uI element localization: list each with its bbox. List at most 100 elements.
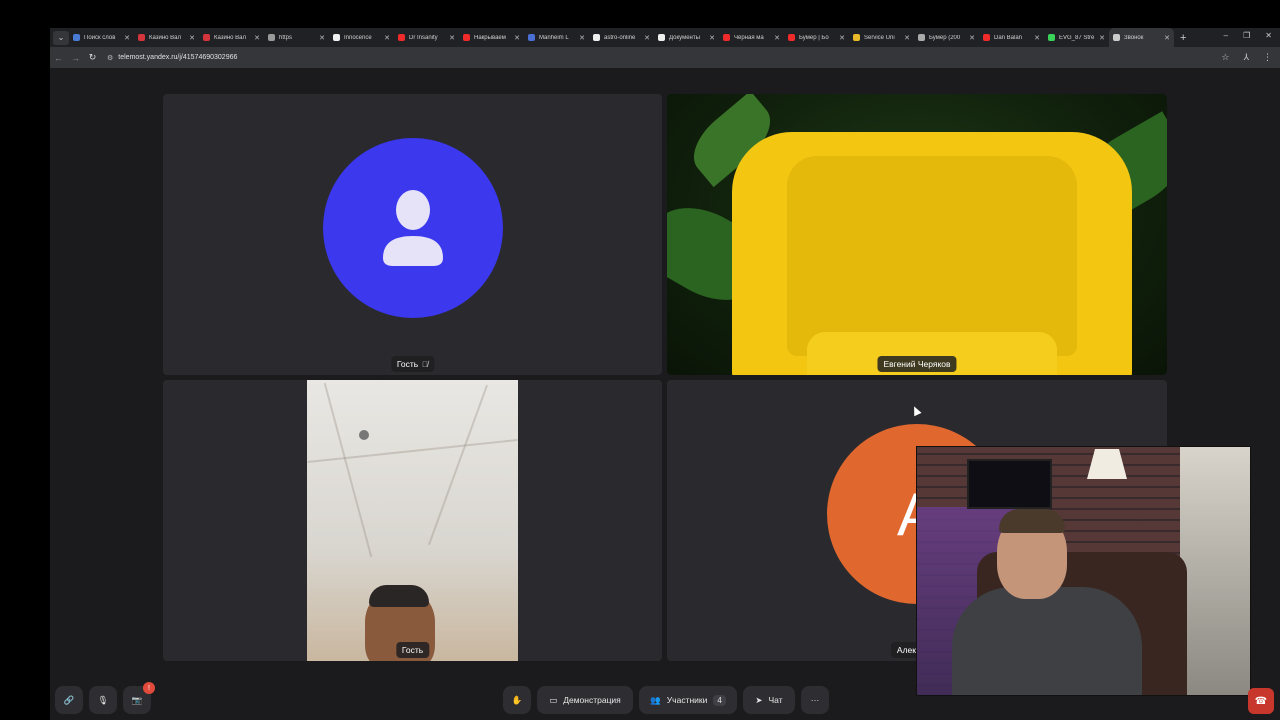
tab-close-icon[interactable]: ✕ xyxy=(124,34,130,42)
bookmark-star-icon[interactable]: ☆ xyxy=(1221,52,1229,63)
tab-bar: ⌄ Поиск слов ✕ Казино Вал ✕ Казино Вал ✕ https… xyxy=(50,28,1280,47)
site-info-icon[interactable]: ⚙ xyxy=(107,54,113,62)
url-text: telemost.yandex.ru/j/41574690302966 xyxy=(118,54,238,61)
favicon-icon xyxy=(853,34,860,41)
tab-label: Manheim L xyxy=(539,34,569,41)
browser-tab[interactable]: astro-online ✕ xyxy=(589,28,654,47)
tab-close-icon[interactable]: ✕ xyxy=(449,34,455,42)
tab-close-icon[interactable]: ✕ xyxy=(1034,34,1040,42)
participant-tile-guest[interactable]: Гость 🎙̸ xyxy=(163,94,662,375)
end-call-button[interactable]: ☎ xyxy=(1248,688,1274,714)
tab-label: Документы xyxy=(669,34,700,41)
new-tab-button[interactable]: + xyxy=(1180,32,1186,44)
menu-kebab-icon[interactable]: ⋮ xyxy=(1263,52,1272,63)
raise-hand-button[interactable]: ✋ xyxy=(503,686,531,714)
browser-tab[interactable]: Документы ✕ xyxy=(654,28,719,47)
mic-off-icon: 🎙 xyxy=(97,694,109,705)
tab-close-icon[interactable]: ✕ xyxy=(969,34,975,42)
minimize-icon[interactable]: – xyxy=(1224,31,1228,40)
tab-close-icon[interactable]: ✕ xyxy=(709,34,715,42)
participant-tile-speaker[interactable]: Евгений Черяков xyxy=(667,94,1167,375)
back-icon[interactable]: ← xyxy=(50,53,67,63)
guest-avatar xyxy=(323,138,503,318)
window-controls: – ❐ ✕ xyxy=(1224,31,1272,40)
tab-close-icon[interactable]: ✕ xyxy=(774,34,780,42)
name-tag: Гость 🎙̸ xyxy=(390,356,435,372)
browser-tab[interactable]: Накрываем ✕ xyxy=(459,28,524,47)
tab-label: Dr Insanity xyxy=(409,34,438,41)
participant-name: Евгений Черяков xyxy=(883,359,951,369)
tab-label: Накрываем xyxy=(474,34,506,41)
participant-name: Гость xyxy=(401,645,424,655)
tab-close-icon[interactable]: ✕ xyxy=(904,34,910,42)
microphone-toggle[interactable]: 🎙 xyxy=(89,686,117,714)
participant-name: Гость xyxy=(396,359,419,369)
participants-button[interactable]: 👥 Участники 4 xyxy=(639,686,737,714)
favicon-icon xyxy=(593,34,600,41)
favicon-icon xyxy=(203,34,210,41)
restore-icon[interactable]: ❐ xyxy=(1243,31,1250,40)
browser-tab[interactable]: https ✕ xyxy=(264,28,329,47)
favicon-icon xyxy=(788,34,795,41)
tab-label: Бумер | Бо xyxy=(799,34,829,41)
tab-label: Казино Вал xyxy=(149,34,182,41)
browser-tab[interactable]: Manheim L ✕ xyxy=(524,28,589,47)
favicon-icon xyxy=(918,34,925,41)
browser-tab[interactable]: EVG_87 Stre ✕ xyxy=(1044,28,1109,47)
screen-share-button[interactable]: ▭ Демонстрация xyxy=(537,686,633,714)
reload-icon[interactable]: ↻ xyxy=(84,52,101,63)
tab-label: Чёрная ма xyxy=(734,34,764,41)
browser-tab[interactable]: Dr Insanity ✕ xyxy=(394,28,459,47)
phone-hangup-icon: ☎ xyxy=(1254,695,1268,707)
people-icon: 👥 xyxy=(650,694,661,705)
favicon-icon xyxy=(398,34,405,41)
browser-tab[interactable]: Казино Вал ✕ xyxy=(199,28,264,47)
browser-tab[interactable]: Бумер | Бо ✕ xyxy=(784,28,849,47)
favicon-icon xyxy=(658,34,665,41)
tab-close-icon[interactable]: ✕ xyxy=(514,34,520,42)
browser-tab[interactable]: Звонок ✕ xyxy=(1109,28,1174,47)
tab-close-icon[interactable]: ✕ xyxy=(254,34,260,42)
tab-strip: Поиск слов ✕ Казино Вал ✕ Казино Вал ✕ https ✕ I… xyxy=(69,28,1174,47)
more-options-button[interactable]: ··· xyxy=(801,686,829,714)
browser-tab[interactable]: Бумер (200 ✕ xyxy=(914,28,979,47)
browser-tab[interactable]: Чёрная ма ✕ xyxy=(719,28,784,47)
camera-off-icon: 📷 xyxy=(131,694,143,705)
participant-tile-guest-video[interactable]: Гость xyxy=(163,380,662,661)
tab-list-button[interactable]: ⌄ xyxy=(53,30,69,45)
tab-close-icon[interactable]: ✕ xyxy=(579,34,585,42)
browser-tab[interactable]: Innocence ✕ xyxy=(329,28,394,47)
forward-icon[interactable]: → xyxy=(67,53,84,63)
tab-close-icon[interactable]: ✕ xyxy=(189,34,195,42)
close-window-icon[interactable]: ✕ xyxy=(1265,31,1272,40)
extension-icon[interactable]: ⅄ xyxy=(1244,52,1250,63)
participants-label: Участники xyxy=(666,695,708,705)
tab-close-icon[interactable]: ✕ xyxy=(1164,34,1170,42)
tab-label: Innocence xyxy=(344,34,372,41)
tab-close-icon[interactable]: ✕ xyxy=(319,34,325,42)
virtual-background xyxy=(667,94,1167,375)
tab-close-icon[interactable]: ✕ xyxy=(644,34,650,42)
camera-video xyxy=(307,380,518,661)
screen-icon: ▭ xyxy=(549,694,558,705)
browser-tab[interactable]: Dan Balan ✕ xyxy=(979,28,1044,47)
more-dots-icon: ··· xyxy=(810,695,820,705)
tab-label: Казино Вал xyxy=(214,34,247,41)
favicon-icon xyxy=(138,34,145,41)
copy-link-button[interactable]: 🔗 xyxy=(55,686,83,714)
favicon-icon xyxy=(73,34,80,41)
tab-close-icon[interactable]: ✕ xyxy=(839,34,845,42)
browser-tab[interactable]: Service Uni ✕ xyxy=(849,28,914,47)
browser-tab[interactable]: Казино Вал ✕ xyxy=(134,28,199,47)
tab-label: Звонок xyxy=(1124,34,1144,41)
camera-toggle[interactable]: 📷 ! xyxy=(123,682,155,714)
tab-close-icon[interactable]: ✕ xyxy=(1099,34,1105,42)
browser-tab[interactable]: Поиск слов ✕ xyxy=(69,28,134,47)
participants-count: 4 xyxy=(713,694,726,706)
screen-share-label: Демонстрация xyxy=(563,695,621,705)
chat-button[interactable]: ➤ Чат xyxy=(743,686,795,714)
url-field[interactable]: ⚙ telemost.yandex.ru/j/41574690302966 xyxy=(107,54,237,62)
pip-webcam-overlay xyxy=(916,446,1251,696)
tab-close-icon[interactable]: ✕ xyxy=(384,34,390,42)
favicon-icon xyxy=(723,34,730,41)
